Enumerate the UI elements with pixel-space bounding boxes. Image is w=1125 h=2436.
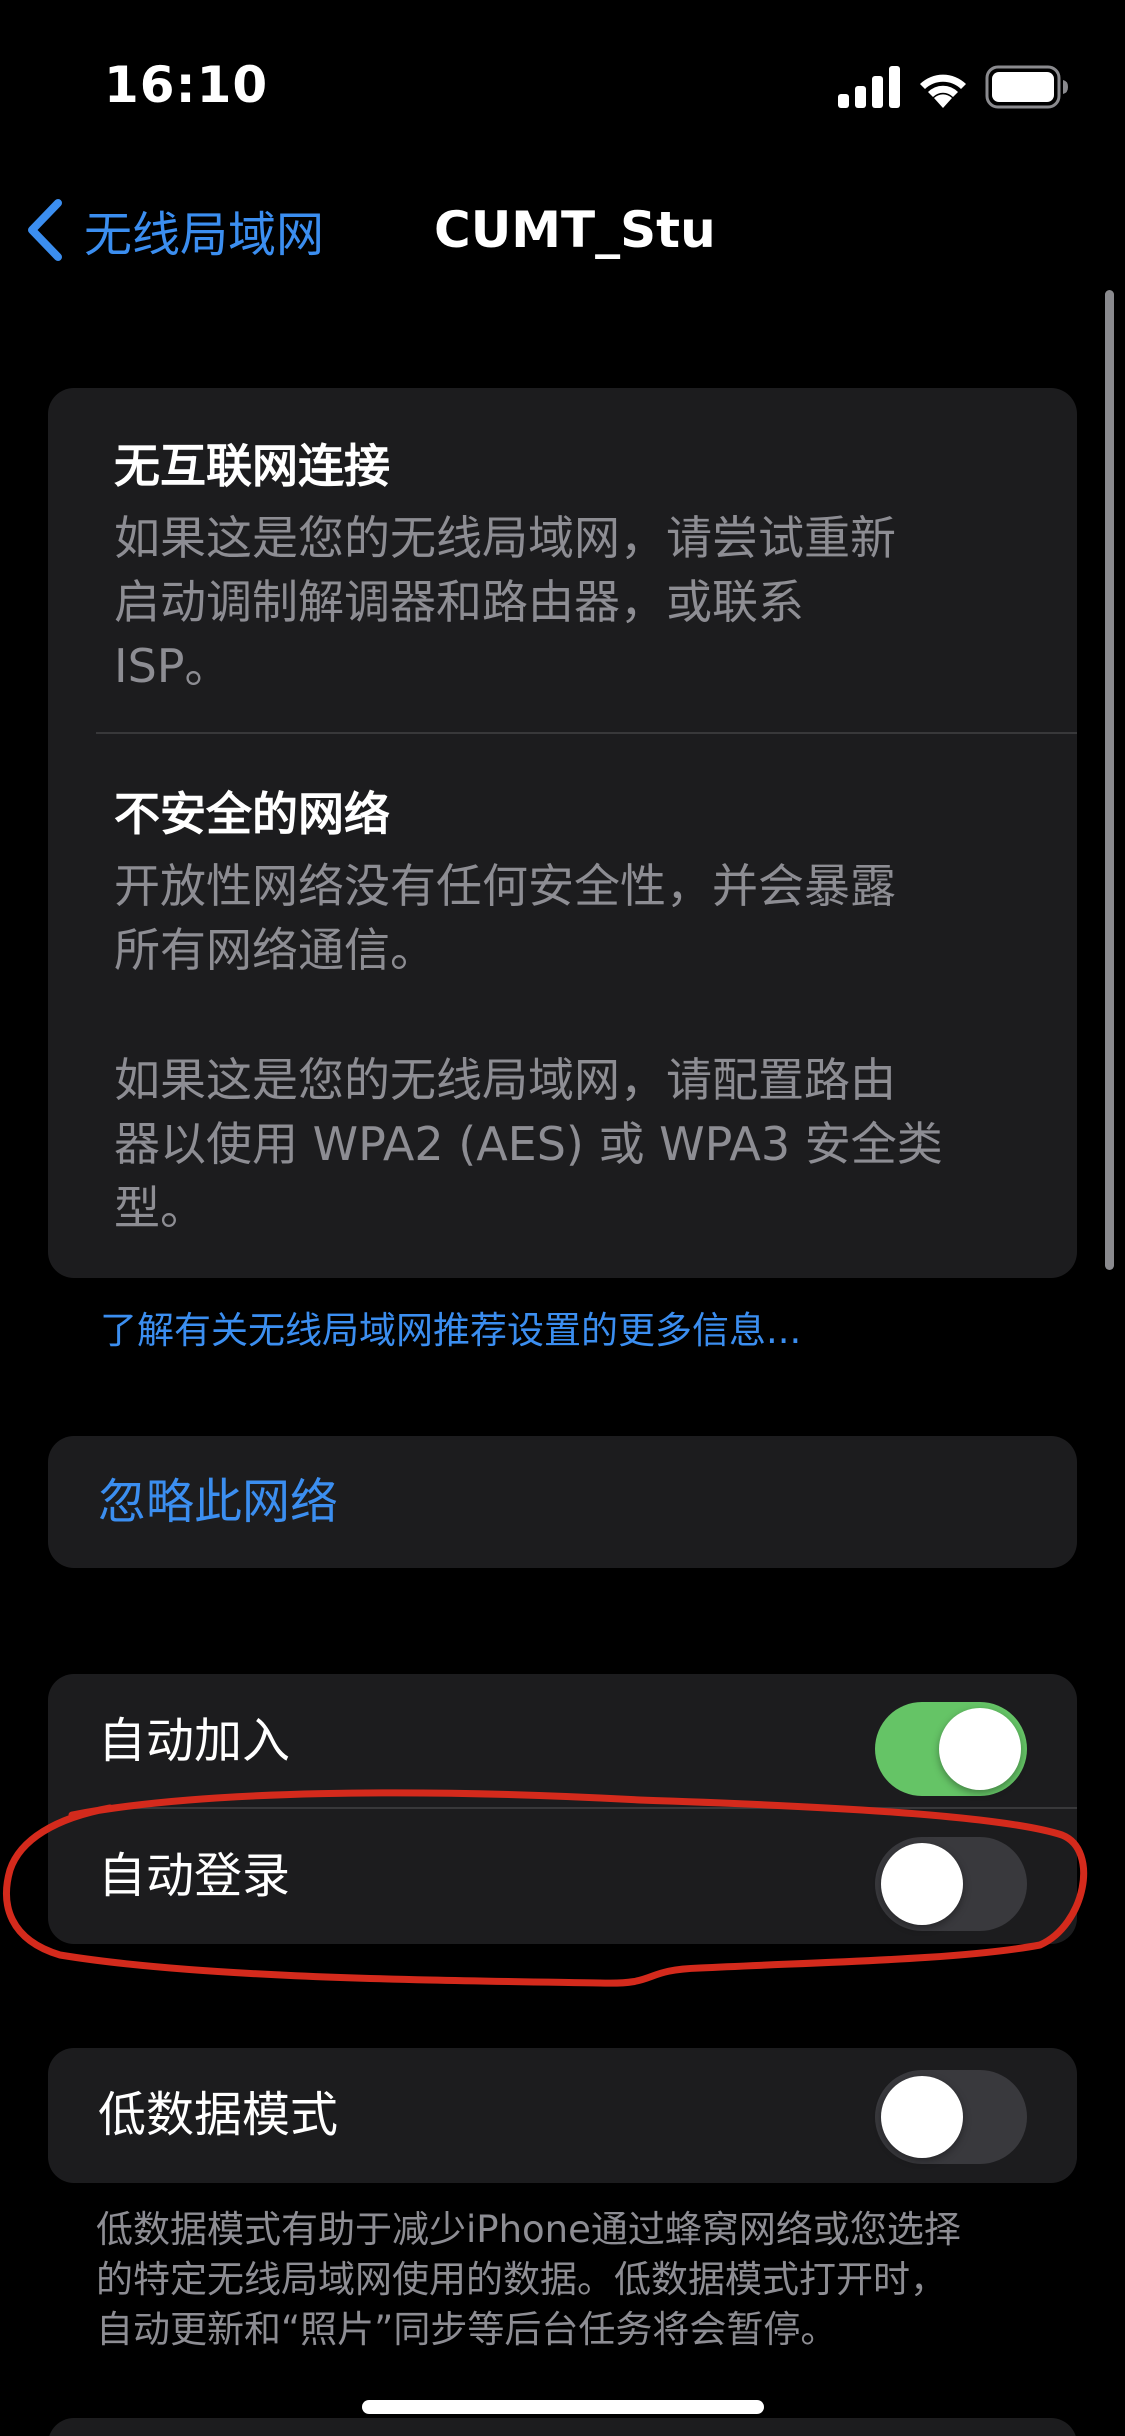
battery-icon xyxy=(985,65,1068,109)
auto-login-row: 自动登录 xyxy=(48,1809,1077,1944)
recommendation-line: 型。 xyxy=(114,1181,206,1235)
low-data-mode-footer: 低数据模式有助于减少iPhone通过蜂窝网络或您选择 的特定无线局域网使用的数据… xyxy=(96,2205,1066,2355)
low-data-mode-row: 低数据模式 xyxy=(48,2048,1077,2183)
divider xyxy=(96,732,1077,734)
switch-knob xyxy=(939,1708,1021,1790)
network-warning-card: 无互联网连接 如果这是您的无线局域网，请尝试重新 启动调制解调器和路由器，或联系… xyxy=(48,388,1077,1278)
back-label: 无线局域网 xyxy=(84,207,325,263)
scroll-indicator xyxy=(1105,290,1114,1270)
auto-join-switch[interactable] xyxy=(875,1702,1027,1796)
navigation-bar: 无线局域网 CUMT_Stu xyxy=(0,170,1125,290)
footer-line: 低数据模式有助于减少iPhone通过蜂窝网络或您选择 xyxy=(96,2208,961,2251)
chevron-left-icon xyxy=(28,199,62,261)
insecure-line: 所有网络通信。 xyxy=(114,923,436,977)
low-data-mode-switch[interactable] xyxy=(875,2070,1027,2164)
insecure-network-title: 不安全的网络 xyxy=(114,787,390,841)
auto-login-switch[interactable] xyxy=(875,1837,1027,1931)
auto-connect-settings-card: 自动加入 自动登录 xyxy=(48,1674,1077,1944)
footer-line: 自动更新和“照片”同步等后台任务将会暂停。 xyxy=(96,2308,838,2351)
low-data-mode-card: 低数据模式 xyxy=(48,2048,1077,2183)
more-info-link[interactable]: 了解有关无线局域网推荐设置的更多信息... xyxy=(100,1300,801,1354)
no-internet-line: ISP。 xyxy=(114,639,231,693)
wifi-icon xyxy=(920,74,966,108)
switch-knob xyxy=(881,2076,963,2158)
no-internet-line: 启动调制解调器和路由器，或联系 xyxy=(114,575,804,629)
auto-join-label: 自动加入 xyxy=(98,1713,291,1769)
insecure-line: 开放性网络没有任何安全性，并会暴露 xyxy=(114,859,896,913)
low-data-mode-label: 低数据模式 xyxy=(98,2087,339,2143)
page-title: CUMT_Stu xyxy=(434,201,716,259)
auto-join-row: 自动加入 xyxy=(48,1674,1077,1809)
recommendation-line: 器以使用 WPA2 (AES) 或 WPA3 安全类 xyxy=(114,1117,943,1171)
insecure-network-description: 开放性网络没有任何安全性，并会暴露 所有网络通信。 xyxy=(114,854,1054,982)
footer-line: 的特定无线局域网使用的数据。低数据模式打开时， xyxy=(96,2258,947,2301)
no-internet-title: 无互联网连接 xyxy=(114,439,390,493)
home-indicator[interactable] xyxy=(362,2400,764,2414)
auto-login-label: 自动登录 xyxy=(98,1848,291,1904)
status-bar: 16:10 xyxy=(0,0,1125,170)
insecure-network-recommendation: 如果这是您的无线局域网，请配置路由 器以使用 WPA2 (AES) 或 WPA3… xyxy=(114,1048,1054,1240)
recommendation-line: 如果这是您的无线局域网，请配置路由 xyxy=(114,1053,896,1107)
forget-network-label: 忽略此网络 xyxy=(98,1474,339,1530)
next-section-card xyxy=(48,2418,1077,2436)
no-internet-line: 如果这是您的无线局域网，请尝试重新 xyxy=(114,511,896,565)
no-internet-description: 如果这是您的无线局域网，请尝试重新 启动调制解调器和路由器，或联系 ISP。 xyxy=(114,506,1054,698)
back-button[interactable]: 无线局域网 xyxy=(24,180,324,280)
wifi-network-detail-screen: 16:10 无线局域网 CUMT_Stu 无互联网连接 如果这是您的无线局域网，… xyxy=(0,0,1125,2436)
switch-knob xyxy=(881,1843,963,1925)
forget-network-button[interactable]: 忽略此网络 xyxy=(48,1436,1077,1568)
cellular-signal-icon xyxy=(838,66,900,108)
status-time: 16:10 xyxy=(104,56,269,114)
